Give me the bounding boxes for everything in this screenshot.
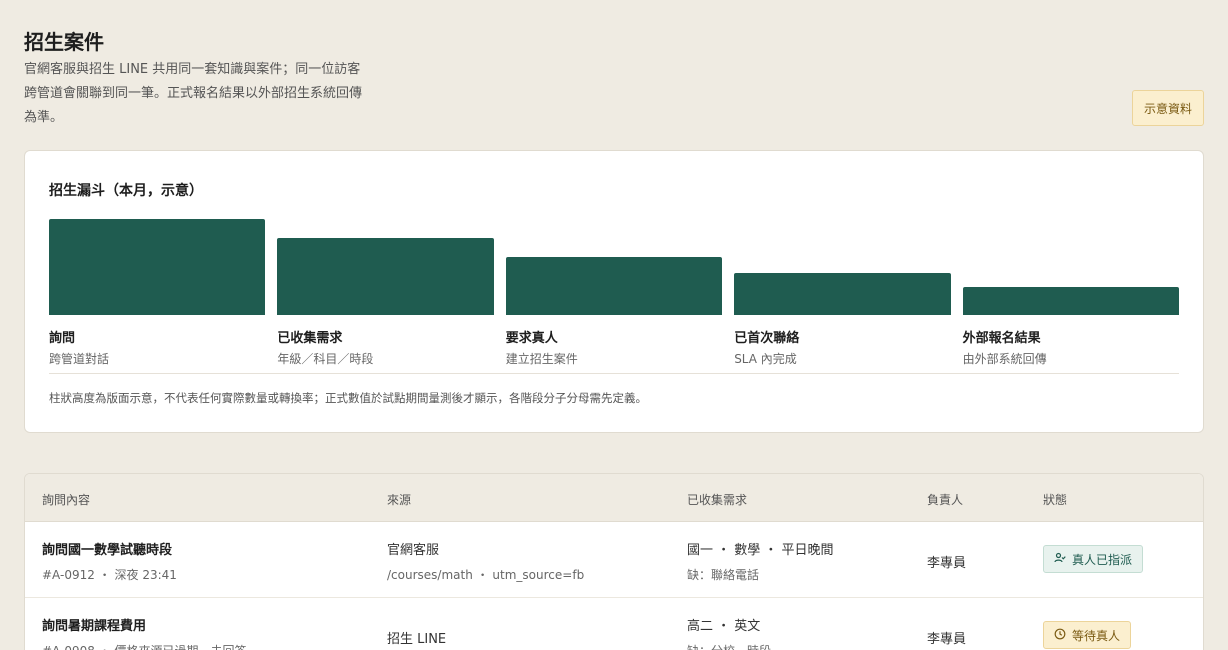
funnel-card: 招生漏斗（本月，示意） 詢問跨管道對話 已收集需求年級／科目／時段 要求真人建立招生…	[24, 150, 1204, 433]
cases-table: 詢問內容 來源 已收集需求 負責人 狀態 詢問國一數學試聽時段 #A-0912 …	[24, 473, 1204, 650]
status-badge: 等待真人	[1043, 621, 1132, 649]
status-label: 真人已指派	[1072, 552, 1133, 567]
row-needs-missing: 缺：分校、時段	[687, 642, 771, 650]
funnel-stage-label: 已收集需求	[277, 331, 343, 346]
funnel-stage-sub: 建立招生案件	[505, 352, 578, 366]
row-title: 詢問國一數學試聽時段	[42, 543, 173, 558]
row-source: 官網客服	[387, 543, 440, 558]
th-status[interactable]: 狀態	[1043, 491, 1067, 508]
row-source: 招生 LINE	[387, 632, 447, 647]
page-description: 官網客服與招生 LINE 共用同一套知識與案件；同一位訪客跨管道會關聯到同一筆。…	[24, 62, 363, 125]
funnel-bar-3	[505, 257, 723, 315]
table-row[interactable]: 詢問國一數學試聽時段 #A-0912 ・ 深夜 23:41 官網客服 /cour…	[25, 522, 1203, 598]
funnel-bars	[49, 211, 1179, 315]
funnel-stage-sub: 年級／科目／時段	[277, 352, 374, 366]
funnel-stage-label: 已首次聯絡	[734, 331, 800, 346]
th-needs[interactable]: 已收集需求	[687, 491, 747, 508]
status-label: 等待真人	[1072, 628, 1121, 643]
funnel-bar-2	[277, 238, 494, 315]
funnel-stage-sub: SLA 內完成	[734, 352, 797, 366]
funnel-stage-sub: 由外部系統回傳	[962, 352, 1047, 366]
row-owner: 李專員	[927, 632, 967, 647]
clock-icon	[1054, 628, 1066, 643]
th-owner[interactable]: 負責人	[927, 491, 963, 508]
funnel-stage-label: 外部報名結果	[962, 331, 1041, 346]
row-needs-missing: 缺：聯絡電話	[687, 568, 760, 582]
funnel-note: 柱狀高度為版面示意，不代表任何實際數量或轉換率；正式數值於試點期間量測後才顯示，…	[49, 391, 647, 405]
row-title: 詢問暑期課程費用	[42, 619, 147, 634]
funnel-bar-4	[734, 273, 951, 315]
status-badge: 真人已指派	[1043, 545, 1144, 573]
row-needs: 高二 ・ 英文	[687, 619, 761, 634]
row-meta: #A-0908 ・ 價格來源已過期，未回答	[42, 642, 247, 650]
funnel-divider	[49, 373, 1179, 374]
table-row[interactable]: 詢問暑期課程費用 #A-0908 ・ 價格來源已過期，未回答 招生 LINE 高…	[25, 598, 1203, 650]
funnel-bar-1	[49, 219, 266, 315]
funnel-stage-sub: 跨管道對話	[49, 352, 110, 366]
th-source[interactable]: 來源	[387, 491, 411, 508]
funnel-bar-5	[962, 287, 1179, 315]
sample-data-badge: 示意資料	[1132, 90, 1204, 126]
person-check-icon	[1054, 552, 1066, 567]
funnel-stage-label: 要求真人	[505, 331, 558, 346]
table-header: 詢問內容 來源 已收集需求 負責人 狀態	[25, 474, 1203, 522]
row-owner: 李專員	[927, 556, 967, 571]
row-needs: 國一 ・ 數學 ・ 平日晚間	[687, 543, 834, 558]
row-source-detail: /courses/math ・ utm_source=fb	[387, 568, 585, 582]
row-meta: #A-0912 ・ 深夜 23:41	[42, 568, 177, 582]
funnel-stage-label: 詢問	[49, 331, 76, 346]
funnel-title: 招生漏斗（本月，示意）	[49, 183, 203, 199]
page-title: 招生案件	[24, 30, 104, 54]
th-inquiry[interactable]: 詢問內容	[42, 491, 90, 508]
